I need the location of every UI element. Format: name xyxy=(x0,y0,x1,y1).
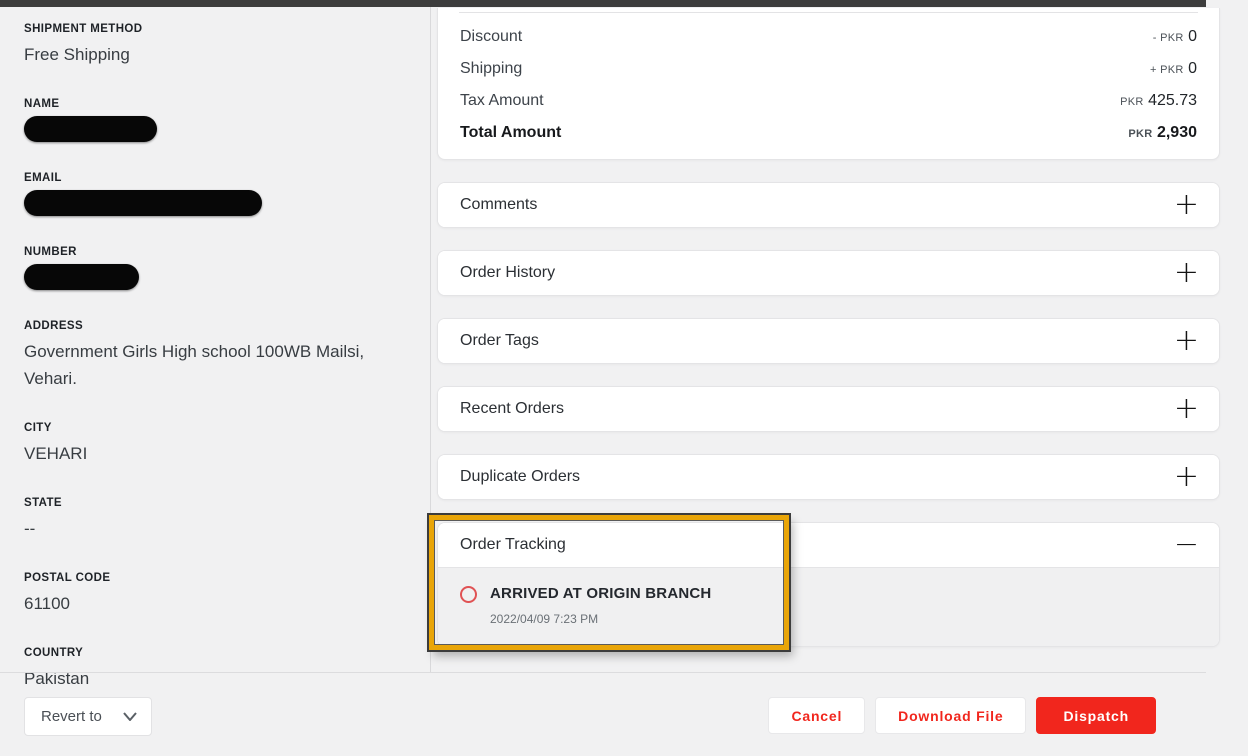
section-header-order-history[interactable]: Order History + xyxy=(438,251,1219,295)
order-tracking-body: ARRIVED AT ORIGIN BRANCH 2022/04/09 7:23… xyxy=(438,567,1219,646)
field-label: POSTAL CODE xyxy=(24,572,406,584)
redaction-bar xyxy=(24,190,262,216)
chevron-down-icon xyxy=(123,712,137,721)
field-label: NUMBER xyxy=(24,246,406,258)
section-label: Order Tracking xyxy=(460,536,566,554)
section-label: Order Tags xyxy=(460,332,539,350)
section-order-tags: Order Tags + xyxy=(437,318,1220,364)
section-order-history: Order History + xyxy=(437,250,1220,296)
section-header-order-tags[interactable]: Order Tags + xyxy=(438,319,1219,363)
field-value: VEHARI xyxy=(24,440,389,467)
totals-card: Discount - PKR 0 Shipping + PKR 0 Tax Am… xyxy=(437,8,1220,160)
field-shipment-method: SHIPMENT METHOD Free Shipping xyxy=(24,23,406,68)
revert-to-dropdown[interactable]: Revert to xyxy=(24,697,152,736)
redaction-bar xyxy=(24,116,157,142)
field-address: ADDRESS Government Girls High school 100… xyxy=(24,320,406,392)
plus-icon[interactable]: + xyxy=(1174,259,1199,287)
section-recent-orders: Recent Orders + xyxy=(437,386,1220,432)
top-dark-bar xyxy=(0,0,1206,7)
field-value: -- xyxy=(24,515,389,542)
summary-label: Total Amount xyxy=(460,124,561,142)
section-header-duplicate-orders[interactable]: Duplicate Orders + xyxy=(438,455,1219,499)
plus-icon[interactable]: + xyxy=(1174,327,1199,355)
field-label: SHIPMENT METHOD xyxy=(24,23,406,35)
field-state: STATE -- xyxy=(24,497,406,542)
field-label: NAME xyxy=(24,98,406,110)
tracking-event-text: ARRIVED AT ORIGIN BRANCH 2022/04/09 7:23… xyxy=(490,585,711,626)
plus-icon[interactable]: + xyxy=(1174,395,1199,423)
divider xyxy=(459,12,1198,13)
field-value: Government Girls High school 100WB Mails… xyxy=(24,338,389,392)
summary-label: Shipping xyxy=(460,60,522,78)
dispatch-button[interactable]: Dispatch xyxy=(1036,697,1156,734)
plus-icon[interactable]: + xyxy=(1174,463,1199,491)
field-email: EMAIL xyxy=(24,172,406,216)
footer-action-bar: Revert to Cancel Download File Dispatch xyxy=(0,673,1248,756)
summary-value: + PKR 0 xyxy=(1150,60,1197,78)
status-circle-icon xyxy=(460,586,477,603)
field-label: STATE xyxy=(24,497,406,509)
footer-buttons: Cancel Download File Dispatch xyxy=(768,697,1156,734)
section-label: Recent Orders xyxy=(460,400,564,418)
download-file-button[interactable]: Download File xyxy=(875,697,1026,734)
summary-row-tax: Tax Amount PKR 425.73 xyxy=(438,85,1219,117)
field-postal-code: POSTAL CODE 61100 xyxy=(24,572,406,617)
section-label: Comments xyxy=(460,196,537,214)
summary-label: Tax Amount xyxy=(460,92,544,110)
section-header-comments[interactable]: Comments + xyxy=(438,183,1219,227)
summary-row-shipping: Shipping + PKR 0 xyxy=(438,53,1219,85)
summary-value: - PKR 0 xyxy=(1153,28,1197,46)
field-city: CITY VEHARI xyxy=(24,422,406,467)
redaction-bar xyxy=(24,264,139,290)
field-label: CITY xyxy=(24,422,406,434)
section-order-tracking: Order Tracking − ARRIVED AT ORIGIN BRANC… xyxy=(437,522,1220,647)
tracking-event: ARRIVED AT ORIGIN BRANCH 2022/04/09 7:23… xyxy=(460,585,1197,626)
field-label: COUNTRY xyxy=(24,647,406,659)
minus-icon[interactable]: − xyxy=(1174,531,1199,559)
tracking-timestamp: 2022/04/09 7:23 PM xyxy=(490,612,711,626)
tracking-status: ARRIVED AT ORIGIN BRANCH xyxy=(490,585,711,602)
cancel-button[interactable]: Cancel xyxy=(768,697,865,734)
section-label: Order History xyxy=(460,264,555,282)
summary-label: Discount xyxy=(460,28,522,46)
revert-to-label: Revert to xyxy=(41,708,102,725)
section-header-recent-orders[interactable]: Recent Orders + xyxy=(438,387,1219,431)
section-label: Duplicate Orders xyxy=(460,468,580,486)
field-value: 61100 xyxy=(24,590,389,617)
field-label: ADDRESS xyxy=(24,320,406,332)
field-number: NUMBER xyxy=(24,246,406,290)
order-details-sidebar: SHIPMENT METHOD Free Shipping NAME EMAIL… xyxy=(0,7,430,672)
section-comments: Comments + xyxy=(437,182,1220,228)
section-duplicate-orders: Duplicate Orders + xyxy=(437,454,1220,500)
field-label: EMAIL xyxy=(24,172,406,184)
plus-icon[interactable]: + xyxy=(1174,191,1199,219)
summary-row-total: Total Amount PKR 2,930 xyxy=(438,117,1219,149)
summary-value: PKR 2,930 xyxy=(1128,124,1197,142)
field-name: NAME xyxy=(24,98,406,142)
field-value: Free Shipping xyxy=(24,41,389,68)
order-summary-panel: Discount - PKR 0 Shipping + PKR 0 Tax Am… xyxy=(437,8,1220,669)
vertical-divider xyxy=(430,7,431,672)
summary-row-discount: Discount - PKR 0 xyxy=(438,21,1219,53)
summary-value: PKR 425.73 xyxy=(1120,92,1197,110)
section-header-order-tracking[interactable]: Order Tracking − xyxy=(438,523,1219,567)
